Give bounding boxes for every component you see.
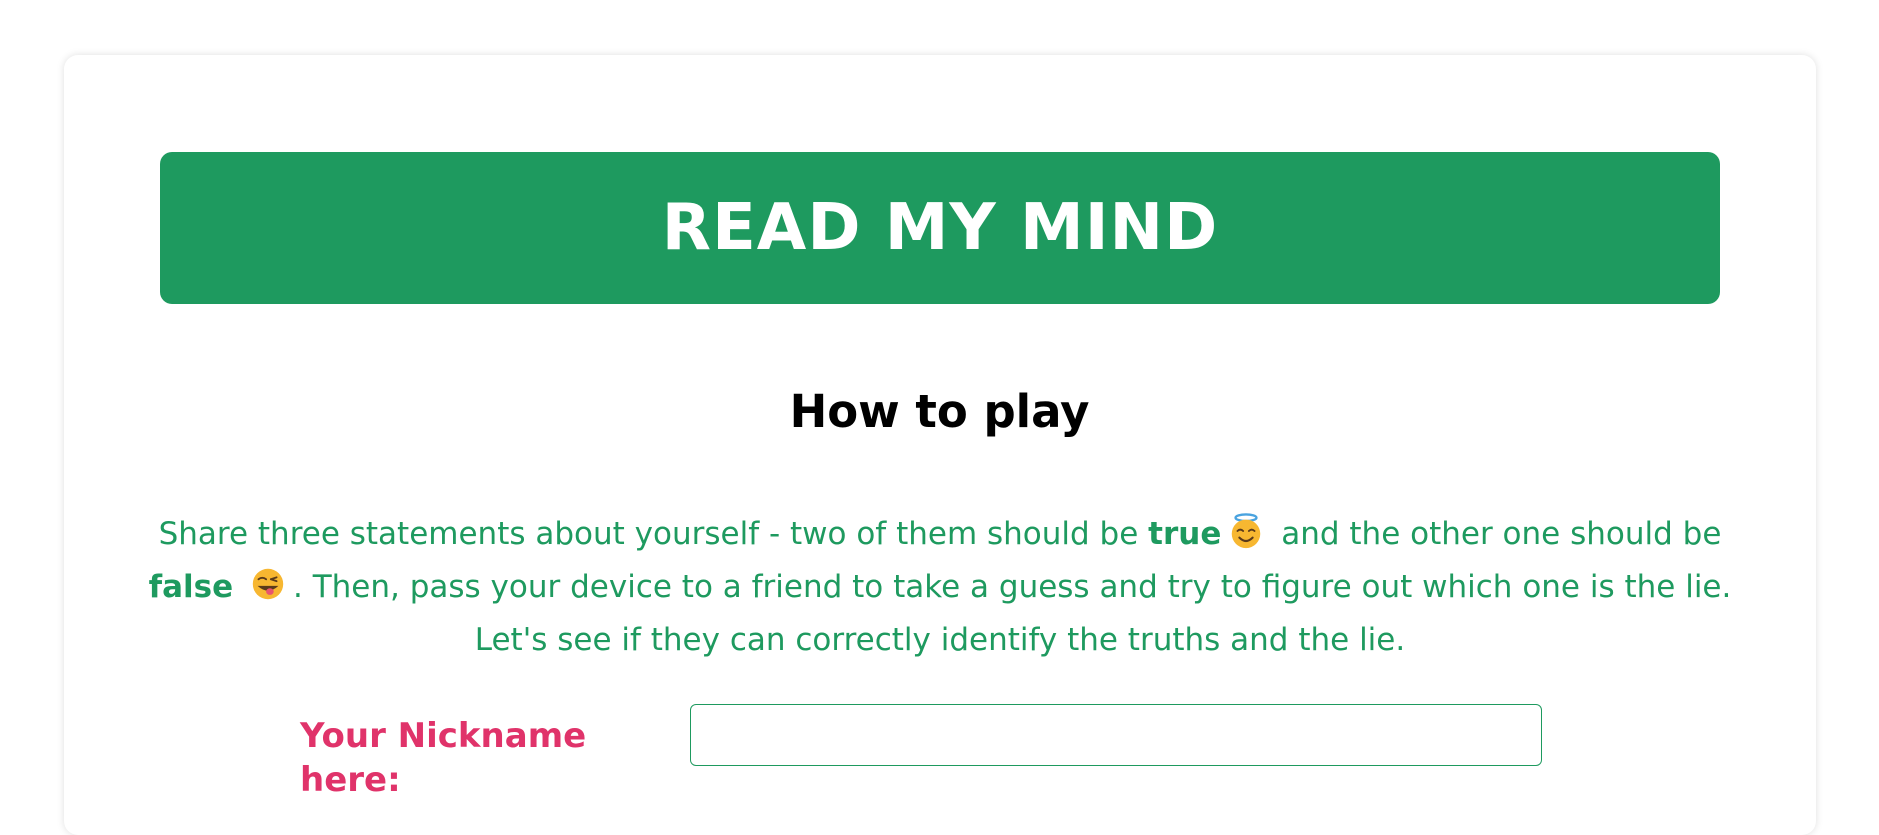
instructions-part-3: . Then, pass your device to a friend to … — [293, 569, 1732, 658]
true-word: true — [1148, 516, 1222, 552]
nickname-label: Your Nickname here: — [300, 716, 587, 800]
nickname-input[interactable] — [690, 704, 1542, 766]
title-banner: READ MY MIND — [160, 152, 1720, 304]
app-title: READ MY MIND — [661, 191, 1219, 265]
instructions-part-1: Share three statements about yourself - … — [158, 516, 1149, 552]
nickname-row: Your Nickname here: — [0, 704, 1879, 800]
winking-tongue-face-icon — [252, 568, 284, 600]
how-to-play-heading: How to play — [789, 385, 1090, 438]
false-word: false — [148, 569, 234, 605]
instructions-part-2: and the other one should be — [1271, 516, 1722, 552]
innocent-halo-face-icon — [1232, 513, 1261, 549]
instructions-text: Share three statements about yourself - … — [130, 508, 1750, 667]
